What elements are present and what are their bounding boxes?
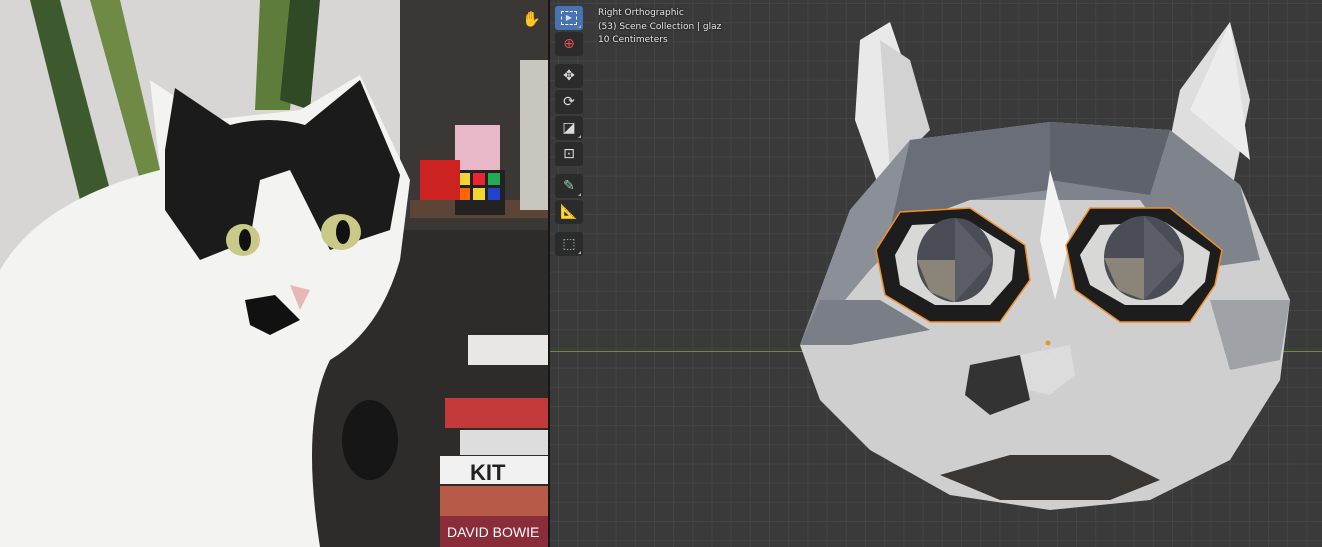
tool-add-cube[interactable]: ⬚: [555, 232, 583, 256]
cat-head-mesh: [800, 22, 1290, 510]
cursor-icon: ⊕: [563, 36, 575, 52]
tool-measure[interactable]: 📐: [555, 200, 583, 224]
tool-cursor[interactable]: ⊕: [555, 32, 583, 56]
book-spine-bowie: DAVID BOWIE: [447, 524, 539, 540]
3d-viewport[interactable]: ▶ ⊕ ✥ ⟳ ◪ ⊡ ✎ 📐 ⬚ Right Orthographic (53…: [550, 0, 1322, 547]
measure-icon: 📐: [560, 204, 578, 220]
annotate-icon: ✎: [563, 178, 575, 194]
cat-photo-image: KIT DAVID BOWIE: [0, 0, 548, 547]
reference-photo: KIT DAVID BOWIE ✋: [0, 0, 548, 547]
tool-shelf: ▶ ⊕ ✥ ⟳ ◪ ⊡ ✎ 📐 ⬚: [555, 6, 585, 258]
tool-scale[interactable]: ◪: [555, 116, 583, 140]
object-origin: [1045, 340, 1051, 346]
viewport-info-overlay: Right Orthographic (53) Scene Collection…: [598, 7, 721, 48]
tool-move[interactable]: ✥: [555, 64, 583, 88]
scale-icon: ◪: [562, 120, 576, 136]
add-cube-icon: ⬚: [562, 236, 576, 252]
select-box-icon: ▶: [561, 11, 577, 25]
tool-select-box[interactable]: ▶: [555, 6, 583, 30]
pan-hand-icon[interactable]: ✋: [522, 10, 541, 28]
book-spine-kit: KIT: [470, 460, 506, 485]
move-icon: ✥: [563, 68, 575, 84]
tool-rotate[interactable]: ⟳: [555, 90, 583, 114]
grid-scale: 10 Centimeters: [598, 35, 668, 45]
tool-transform[interactable]: ⊡: [555, 142, 583, 166]
rotate-icon: ⟳: [563, 94, 575, 110]
tool-annotate[interactable]: ✎: [555, 174, 583, 198]
view-name: Right Orthographic: [598, 8, 684, 18]
collection-info: (53) Scene Collection | glaz: [598, 21, 722, 32]
transform-icon: ⊡: [563, 146, 575, 162]
